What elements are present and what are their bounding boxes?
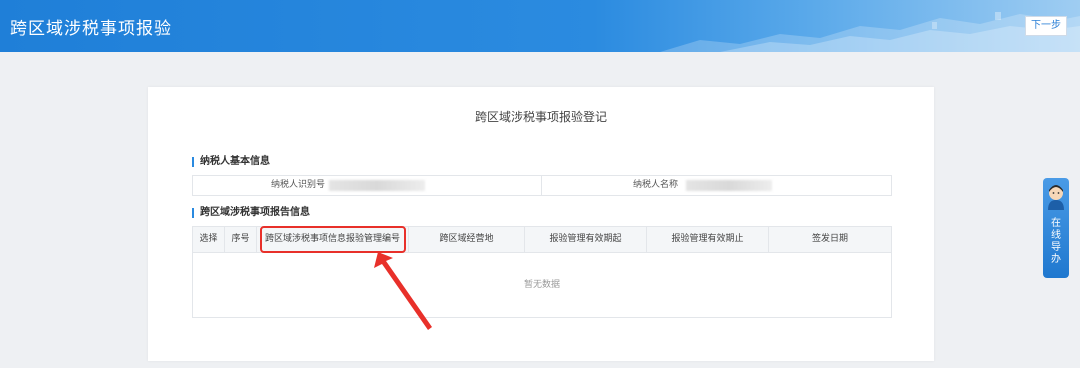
- form-card: 跨区域涉税事项报验登记 纳税人基本信息 纳税人识别号 纳税人名称 跨区域涉税事项…: [148, 87, 934, 361]
- column-header-index[interactable]: 序号: [225, 227, 257, 252]
- taxpayer-id-cell: 纳税人识别号: [193, 176, 542, 195]
- annotation-arrow-icon: [374, 252, 432, 330]
- column-header-select[interactable]: 选择: [193, 227, 225, 252]
- column-header-issue-date[interactable]: 签发日期: [769, 227, 891, 252]
- report-info-section-title: 跨区域涉税事项报告信息: [192, 208, 310, 218]
- online-guide-label: 在线导办: [1051, 218, 1061, 265]
- column-header-valid-to[interactable]: 报验管理有效期止: [647, 227, 769, 252]
- taxpayer-name-value-redacted: [686, 180, 772, 191]
- taxpayer-id-value-redacted: [329, 180, 425, 191]
- customer-service-avatar-icon: [1048, 185, 1064, 210]
- basic-info-row: 纳税人识别号 纳税人名称: [192, 175, 892, 196]
- empty-state-text: 暂无数据: [523, 280, 560, 290]
- page-title: 跨区域涉税事项报验: [10, 19, 172, 39]
- taxpayer-id-label: 纳税人识别号: [270, 180, 325, 190]
- form-title: 跨区域涉税事项报验登记: [474, 110, 607, 124]
- taxpayer-name-cell: 纳税人名称: [542, 176, 891, 195]
- great-wall-illustration: [660, 12, 1080, 52]
- basic-info-section-title: 纳税人基本信息: [192, 157, 270, 167]
- online-guide-button[interactable]: 在线导办: [1043, 178, 1069, 278]
- page-header: 跨区域涉税事项报验 下一步: [0, 0, 1080, 52]
- taxpayer-name-label: 纳税人名称: [632, 180, 678, 190]
- next-step-button[interactable]: 下一步: [1025, 16, 1067, 36]
- column-header-valid-from[interactable]: 报验管理有效期起: [525, 227, 647, 252]
